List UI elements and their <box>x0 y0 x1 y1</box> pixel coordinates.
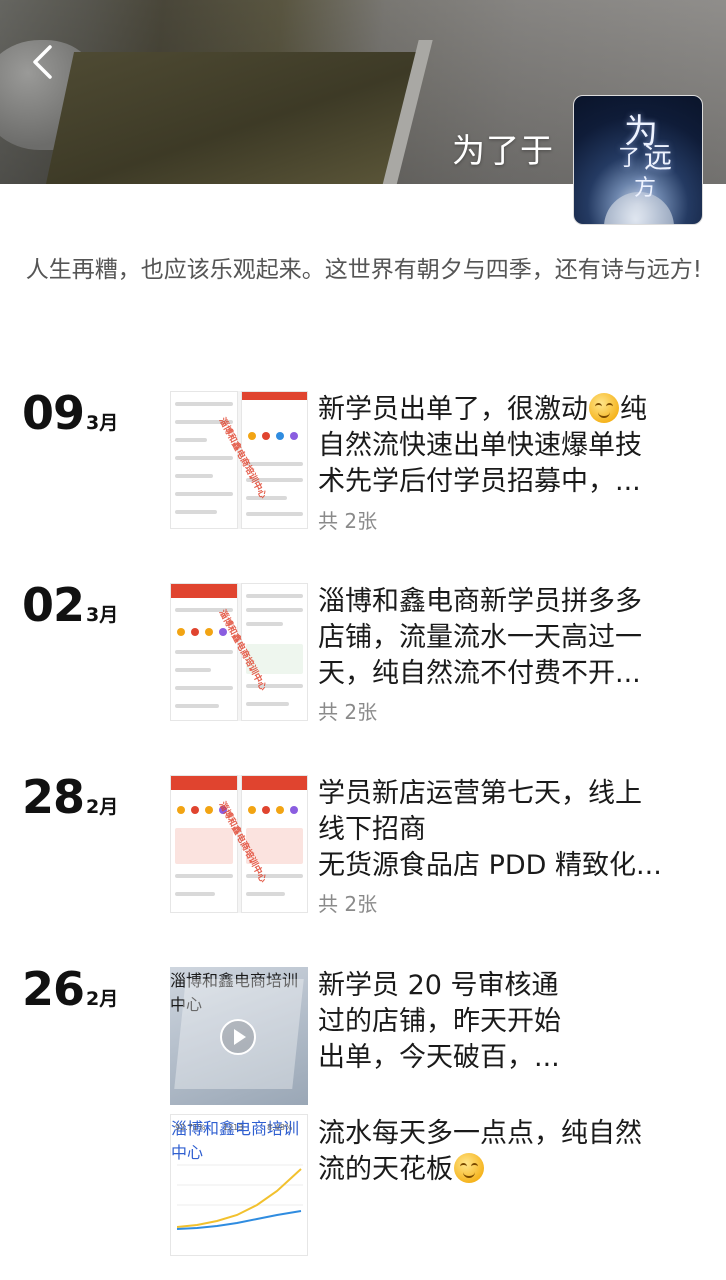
date-month: 2月 <box>86 796 119 818</box>
date-day: 02 <box>22 578 85 632</box>
grin-emoji-icon <box>589 393 619 423</box>
chevron-left-icon <box>33 45 52 79</box>
date-day: 26 <box>22 962 85 1016</box>
post-text[interactable]: 新学员出单了，很激动纯 自然流快速出单快速爆单技 术先学后付学员招募中，... <box>318 392 698 500</box>
user-name[interactable]: 为了于 <box>452 124 554 172</box>
avatar[interactable]: 为 了 远 方 <box>573 95 703 225</box>
post-date: 26 2月 <box>22 964 118 1014</box>
post-line: 出单，今天破百，... <box>318 1042 560 1073</box>
post-thumbnail[interactable]: 92.71% 1213 8.48% 淄博和鑫电商培训中心 <box>170 1114 308 1256</box>
date-month: 3月 <box>86 412 119 434</box>
grin-emoji-icon <box>454 1153 484 1183</box>
post-line: 自然流快速出单快速爆单技 <box>318 430 642 461</box>
back-button[interactable] <box>22 40 62 84</box>
post-date: 28 2月 <box>22 772 118 822</box>
kpi-value: 1213 <box>223 1123 244 1132</box>
date-day: 09 <box>22 386 85 440</box>
kpi-value: 92.71% <box>175 1123 206 1132</box>
post-line: 流水每天多一点点，纯自然 <box>318 1118 642 1149</box>
video-thumbnail[interactable]: 淄博和鑫电商培训中心 <box>170 967 308 1105</box>
screenshot-preview <box>170 583 238 721</box>
trend-chart-preview <box>177 1164 303 1230</box>
kpi-value: 8.48% <box>267 1123 293 1132</box>
date-day: 28 <box>22 770 85 824</box>
cover-grass <box>45 52 425 184</box>
date-month: 3月 <box>86 604 119 626</box>
post-line: 线下招商 <box>318 814 426 845</box>
avatar-glyph: 方 <box>634 176 657 201</box>
post-date: 02 3月 <box>22 580 118 630</box>
date-month: 2月 <box>86 988 119 1010</box>
post-line: 新学员 20 号审核通 <box>318 970 559 1001</box>
post-text[interactable]: 学员新店运营第七天，线上 线下招商 无货源食品店 PDD 精致化... <box>318 776 698 884</box>
post-thumbnail[interactable]: 淄博和鑫电商培训中心 <box>170 583 308 721</box>
post-text[interactable]: 新学员 20 号审核通 过的店铺，昨天开始 出单，今天破百，... <box>318 968 698 1076</box>
post-thumbnail[interactable]: 淄博和鑫电商培训中心 <box>170 775 308 913</box>
image-count: 共 2张 <box>318 509 378 533</box>
post-line: 无货源食品店 PDD 精致化... <box>318 850 662 881</box>
post-line: 术先学后付学员招募中，... <box>318 466 641 497</box>
post-line: 新学员出单了，很激动纯 <box>318 393 647 425</box>
post-line: 流的天花板 <box>318 1152 698 1188</box>
post-line: 店铺，流量流水一天高过一 <box>318 622 642 653</box>
post-thumbnail[interactable]: 淄博和鑫电商培训中心 <box>170 391 308 529</box>
screenshot-preview <box>170 775 238 913</box>
post-line: 过的店铺，昨天开始 <box>318 1006 561 1037</box>
screenshot-preview <box>170 391 238 529</box>
image-count: 共 2张 <box>318 892 378 916</box>
post-text[interactable]: 流水每天多一点点，纯自然 流的天花板 <box>318 1116 698 1188</box>
post-line: 淄博和鑫电商新学员拼多多 <box>318 586 642 617</box>
post-line: 学员新店运营第七天，线上 <box>318 778 642 809</box>
avatar-glyph: 了 <box>618 146 641 171</box>
image-count: 共 2张 <box>318 700 378 724</box>
post-line: 天，纯自然流不付费不开... <box>318 658 641 689</box>
post-text[interactable]: 淄博和鑫电商新学员拼多多 店铺，流量流水一天高过一 天，纯自然流不付费不开... <box>318 584 698 692</box>
post-date: 09 3月 <box>22 388 118 438</box>
play-icon[interactable] <box>220 1019 256 1055</box>
signature: 人生再糟，也应该乐观起来。这世界有朝夕与四季，还有诗与远方! <box>25 257 702 283</box>
